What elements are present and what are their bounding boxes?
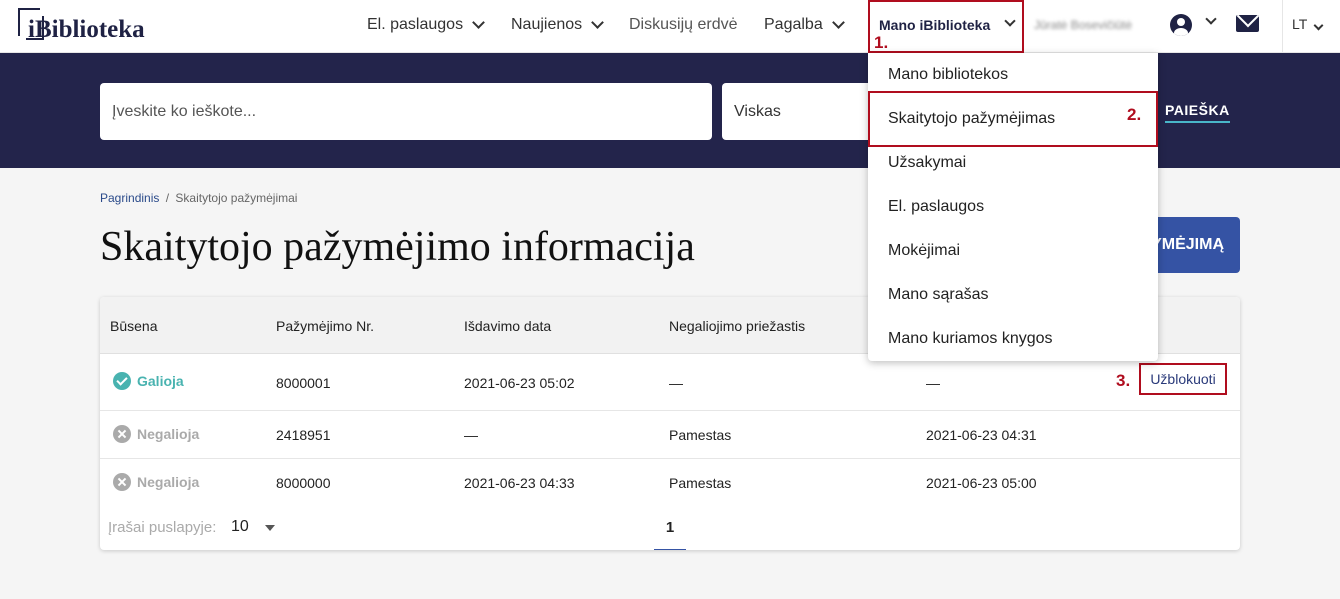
annotation-step-2: 2.: [1127, 105, 1142, 124]
add-card-button-label: YMĖJIMĄ: [1151, 236, 1224, 253]
menu-item-mokejimai[interactable]: Mokėjimai: [888, 242, 960, 260]
status-label: Negalioja: [137, 474, 200, 490]
nav-pagalba[interactable]: Pagalba: [764, 14, 845, 36]
chevron-down-icon: [831, 16, 845, 29]
invalid-date: 2021-06-23 05:00: [926, 475, 1037, 491]
status-label: Negalioja: [137, 426, 200, 442]
invalid-reason: —: [669, 375, 683, 391]
menu-item-el-paslaugos[interactable]: El. paslaugos: [888, 198, 984, 216]
top-navigation: iBiblioteka El. paslaugos Naujienos Disk…: [0, 0, 1340, 53]
table-row: Galioja 8000001 2021-06-23 05:02 — — 3. …: [100, 354, 1240, 411]
search-button[interactable]: PAIEŠKA: [1165, 102, 1230, 123]
chevron-down-icon: [1313, 20, 1324, 31]
invalid-reason: Pamestas: [669, 475, 732, 491]
breadcrumb-separator: /: [165, 191, 170, 205]
menu-item-mano-sarasas[interactable]: Mano sąrašas: [888, 286, 989, 304]
invalid-date: —: [926, 375, 940, 391]
chevron-down-icon[interactable]: [1205, 13, 1217, 25]
nav-label: Diskusijų erdvė: [629, 16, 738, 33]
nav-naujienos[interactable]: Naujienos: [511, 14, 605, 36]
logo-text: iBiblioteka: [28, 16, 145, 43]
nav-mano-ibiblioteka[interactable]: Mano iBiblioteka: [868, 0, 1024, 53]
nav-mano-label: Mano iBiblioteka: [879, 17, 991, 33]
column-header-status: Būsena: [110, 318, 158, 334]
language-label: LT: [1292, 16, 1308, 32]
check-circle-icon: [113, 372, 131, 390]
issued-date: —: [464, 427, 478, 443]
pagination-page-1[interactable]: 1: [654, 505, 686, 550]
unblock-button[interactable]: Užblokuoti: [1139, 363, 1227, 395]
column-header-issued: Išdavimo data: [464, 318, 552, 334]
invalid-reason: Pamestas: [669, 427, 732, 443]
issued-date: 2021-06-23 05:02: [464, 375, 575, 391]
mail-icon[interactable]: [1236, 15, 1259, 32]
annotation-step-3: 3.: [1116, 371, 1131, 390]
search-scope-value: Viskas: [734, 103, 781, 120]
annotation-step-1: 1.: [874, 33, 889, 52]
status-badge: Negalioja: [113, 473, 199, 491]
user-avatar-icon[interactable]: [1170, 14, 1192, 36]
menu-item-skaitytojo-pazymejimas[interactable]: Skaitytojo pažymėjimas: [888, 110, 1055, 128]
divider: [1282, 0, 1283, 53]
logo[interactable]: iBiblioteka: [18, 8, 145, 44]
table-row: Negalioja 2418951 — Pamestas 2021-06-23 …: [100, 411, 1240, 459]
chevron-down-icon: [472, 16, 485, 29]
column-header-reason: Negaliojimo priežastis: [669, 318, 806, 334]
card-number: 8000001: [276, 375, 331, 391]
x-circle-icon: [113, 425, 131, 443]
card-number: 2418951: [276, 427, 331, 443]
x-circle-icon: [113, 473, 131, 491]
card-number: 8000000: [276, 475, 331, 491]
page-title: Skaitytojo pažymėjimo informacija: [100, 224, 695, 270]
search-scope-select[interactable]: Viskas: [722, 83, 882, 140]
language-selector[interactable]: LT: [1292, 16, 1324, 32]
nav-label: Pagalba: [764, 16, 823, 33]
breadcrumb-current: Skaitytojo pažymėjimai: [175, 191, 298, 205]
menu-item-mano-kuriamos-knygos[interactable]: Mano kuriamos knygos: [888, 330, 1053, 348]
nav-label: Naujienos: [511, 16, 583, 33]
chevron-down-icon: [1004, 15, 1016, 27]
status-badge: Galioja: [113, 372, 184, 390]
issued-date: 2021-06-23 04:33: [464, 475, 575, 491]
user-name[interactable]: Jūratė Bosevičiūtė: [1034, 18, 1132, 32]
nav-el-paslaugos[interactable]: El. paslaugos: [367, 14, 485, 36]
table-row: Negalioja 8000000 2021-06-23 04:33 Pames…: [100, 459, 1240, 505]
breadcrumb: Pagrindinis / Skaitytojo pažymėjimai: [100, 191, 297, 205]
search-input[interactable]: [100, 83, 712, 140]
invalid-date: 2021-06-23 04:31: [926, 427, 1037, 443]
status-label: Galioja: [137, 373, 184, 389]
chevron-down-icon: [591, 16, 605, 29]
menu-item-mano-bibliotekos[interactable]: Mano bibliotekos: [888, 66, 1008, 84]
status-badge: Negalioja: [113, 425, 199, 443]
menu-item-uzsakymai[interactable]: Užsakymai: [888, 154, 966, 172]
per-page-label: Įrašai puslapyje:: [108, 519, 217, 536]
nav-label: El. paslaugos: [367, 16, 464, 33]
nav-diskusiju-erdve[interactable]: Diskusijų erdvė: [629, 14, 737, 36]
caret-down-icon[interactable]: [265, 525, 275, 531]
column-header-number: Pažymėjimo Nr.: [276, 318, 375, 334]
mano-ibiblioteka-dropdown: Mano bibliotekos Skaitytojo pažymėjimas …: [868, 53, 1158, 361]
breadcrumb-home[interactable]: Pagrindinis: [100, 191, 159, 205]
per-page-select[interactable]: 10: [231, 518, 249, 536]
